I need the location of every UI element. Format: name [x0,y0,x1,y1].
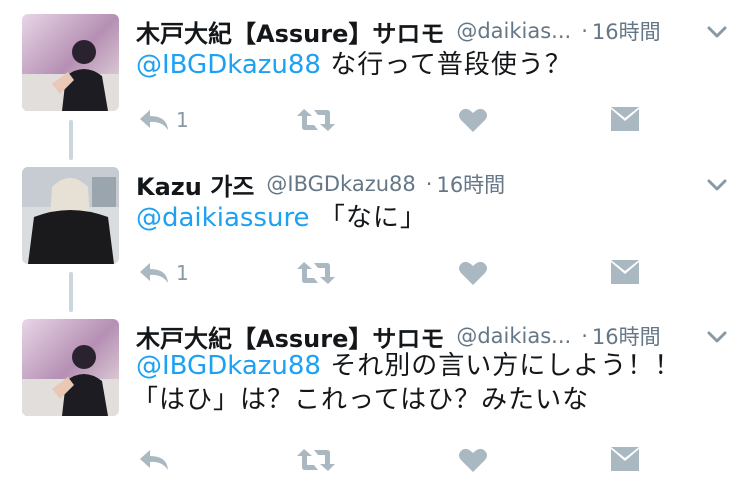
tweet-text: @IBGDkazu88 な行って普段使う？ [136,48,728,82]
like-icon [459,261,487,285]
timestamp[interactable]: 16時間 [592,321,661,351]
separator: · [581,324,588,348]
tweet[interactable]: Kazu 가즈 @IBGDkazu88 · 16時間 @daikiassure … [0,163,750,303]
reply-button[interactable] [138,442,176,478]
tweet-header: Kazu 가즈 @IBGDkazu88 · 16時間 [136,167,728,201]
author-handle[interactable]: @daikias... [456,19,571,43]
reply-icon [140,263,168,283]
chevron-down-icon[interactable] [706,326,728,348]
retweet-icon [297,449,335,471]
separator: · [425,172,433,196]
reply-icon [140,110,168,130]
tweet-text-line-2: 「はひ」は？これってはひ？みたいな [132,385,590,415]
reply-count: 1 [176,108,189,132]
author-name[interactable]: 木戸大紀【Assure】サロモ [136,14,444,49]
reply-count: 1 [176,261,189,285]
tweet-text: @IBGDkazu88 それ別の言い方にしよう！！ 「はひ」は？これってはひ？み… [132,349,728,417]
message-icon [611,260,639,284]
author-name[interactable]: Kazu 가즈 [136,167,254,202]
tweet-actions: 1 [136,102,656,138]
chevron-down-icon[interactable] [706,174,728,196]
reply-icon [140,450,168,470]
author-handle[interactable]: @daikias... [456,324,571,348]
message-icon [611,107,639,131]
reply-button[interactable]: 1 [138,255,189,291]
tweet-text-content: 「なに」 [309,203,427,233]
timestamp[interactable]: 16時間 [436,169,505,199]
retweet-icon [297,262,335,284]
message-button[interactable] [610,255,640,291]
like-button[interactable] [458,442,488,478]
like-button[interactable] [458,102,488,138]
like-icon [459,448,487,472]
message-button[interactable] [610,442,640,478]
tweet-text-content: それ別の言い方にしよう！！ [320,351,682,381]
chevron-down-icon[interactable] [706,21,728,43]
tweet-actions [136,442,656,478]
retweet-button[interactable] [296,102,336,138]
tweet-header: 木戸大紀【Assure】サロモ @daikias... · 16時間 [136,319,728,353]
retweet-button[interactable] [296,442,336,478]
avatar[interactable] [22,167,119,264]
tweet-text-content: な行って普段使う？ [320,50,572,80]
tweet[interactable]: 木戸大紀【Assure】サロモ @daikias... · 16時間 @IBGD… [0,10,750,150]
retweet-button[interactable] [296,255,336,291]
tweet-text: @daikiassure 「なに」 [136,201,728,235]
avatar[interactable] [22,319,119,416]
message-icon [611,447,639,471]
separator: · [581,19,588,43]
like-icon [459,108,487,132]
avatar[interactable] [22,14,119,111]
like-button[interactable] [458,255,488,291]
tweet[interactable]: 木戸大紀【Assure】サロモ @daikias... · 16時間 @IBGD… [0,315,750,484]
tweet-header: 木戸大紀【Assure】サロモ @daikias... · 16時間 [136,14,728,48]
tweet-actions: 1 [136,255,656,291]
mention-link[interactable]: @daikiassure [136,203,310,233]
retweet-icon [297,109,335,131]
reply-button[interactable]: 1 [138,102,189,138]
message-button[interactable] [610,102,640,138]
author-handle[interactable]: @IBGDkazu88 [266,172,415,196]
mention-link[interactable]: @IBGDkazu88 [136,351,321,381]
mention-link[interactable]: @IBGDkazu88 [136,50,321,80]
timestamp[interactable]: 16時間 [592,16,661,46]
